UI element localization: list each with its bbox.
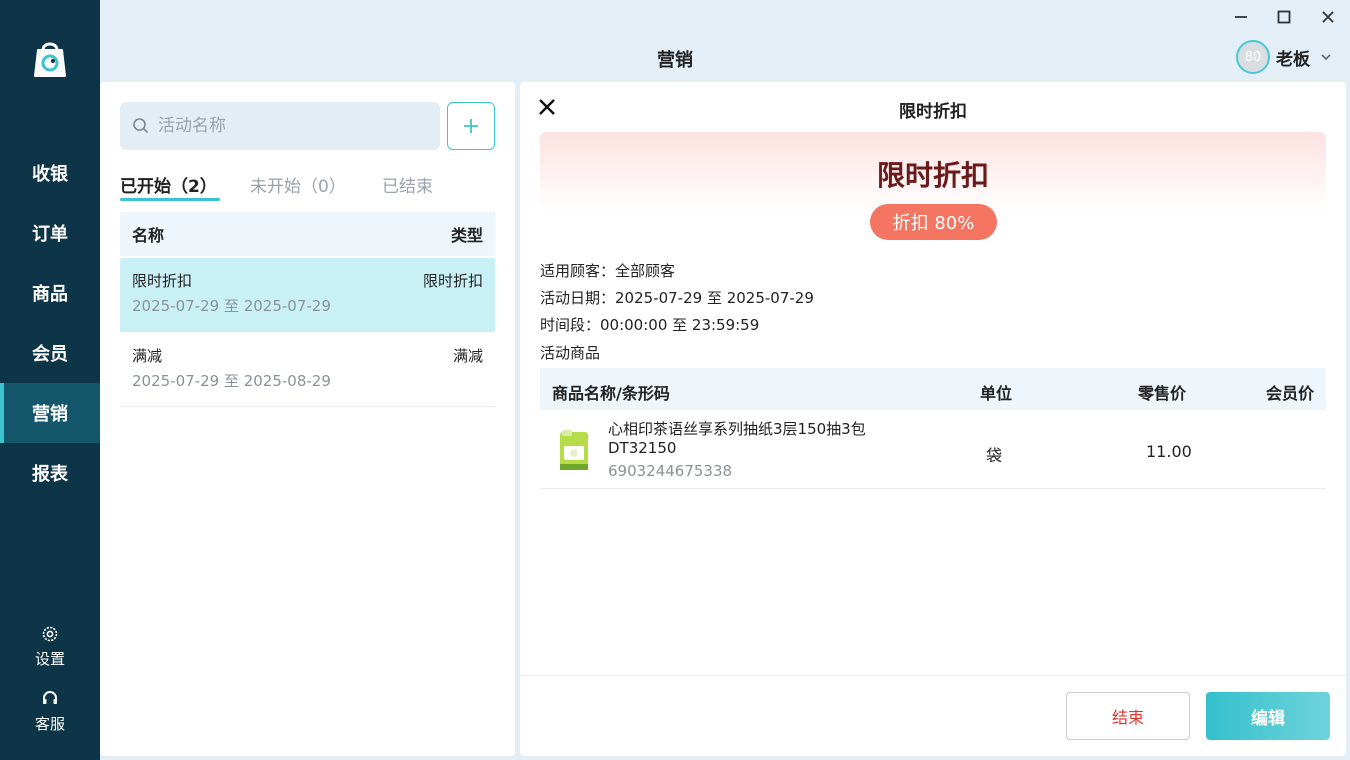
page-title: 营销 xyxy=(657,50,693,71)
avatar: 80 xyxy=(1236,40,1270,74)
search-icon xyxy=(133,118,149,134)
detail-title: 限时折扣 xyxy=(899,102,967,122)
tab-started-label: 已开始（2） xyxy=(120,177,217,197)
search-box[interactable] xyxy=(120,102,440,150)
footer-divider xyxy=(520,675,1346,676)
promotion-detail-panel: 限时折扣 限时折扣 折扣 80% 适用顾客：全部顾客 活动日期：2025-07-… xyxy=(520,82,1346,756)
product-name-line1: 心相印茶语丝享系列抽纸3层150抽3包 xyxy=(608,420,866,438)
goods-table-header: 商品名称/条形码 单位 零售价 会员价 xyxy=(540,368,1326,410)
product-name: 心相印茶语丝享系列抽纸3层150抽3包 DT32150 xyxy=(608,420,866,458)
product-image xyxy=(556,428,592,472)
settings-label: 设置 xyxy=(34,650,65,668)
promotion-name: 满减 xyxy=(132,347,163,365)
col-retail: 零售价 xyxy=(1138,384,1187,403)
promotion-type: 满减 xyxy=(452,347,483,365)
promotion-list-panel: 已开始（2） 未开始（0） 已结束 名称 类型 限时折扣 限时折扣 2025-0… xyxy=(100,82,515,756)
promo-title: 限时折扣 xyxy=(876,159,989,192)
product-barcode: 6903244675338 xyxy=(608,462,733,480)
applicable-customers: 适用顾客：全部顾客 xyxy=(540,262,676,280)
close-window-icon[interactable] xyxy=(1317,6,1339,28)
header-name: 名称 xyxy=(132,226,165,245)
goods-label: 活动商品 xyxy=(540,344,601,362)
promotion-dates: 2025-07-29 至 2025-07-29 xyxy=(132,297,331,315)
product-code: DT32150 xyxy=(608,439,677,457)
add-promotion-button[interactable] xyxy=(447,102,495,150)
list-item[interactable]: 限时折扣 限时折扣 2025-07-29 至 2025-07-29 xyxy=(120,258,495,332)
col-unit: 单位 xyxy=(980,384,1013,403)
col-name: 商品名称/条形码 xyxy=(552,384,670,403)
nav-support[interactable]: 客服 xyxy=(0,689,100,734)
nav-products[interactable]: 商品 xyxy=(0,263,100,323)
app-logo-icon xyxy=(28,36,72,80)
user-name: 老板 xyxy=(1276,49,1310,70)
table-row[interactable]: 心相印茶语丝享系列抽纸3层150抽3包 DT32150 690324467533… xyxy=(540,412,1326,489)
nav-settings[interactable]: 设置 xyxy=(0,624,100,669)
discount-badge: 折扣 80% xyxy=(870,204,997,240)
tab-started[interactable]: 已开始（2） xyxy=(120,172,220,201)
maximize-icon[interactable] xyxy=(1273,6,1295,28)
nav-marketing[interactable]: 营销 xyxy=(0,383,100,443)
promotion-name: 限时折扣 xyxy=(132,272,193,290)
headset-icon xyxy=(43,691,57,704)
product-retail-price: 11.00 xyxy=(1146,442,1192,461)
time-range: 时间段：00:00:00 至 23:59:59 xyxy=(540,316,760,334)
header-type: 类型 xyxy=(450,226,483,245)
chevron-down-icon xyxy=(1321,54,1331,61)
gear-icon xyxy=(42,626,58,642)
tab-underline xyxy=(120,198,220,201)
support-label: 客服 xyxy=(34,715,65,733)
nav-orders[interactable]: 订单 xyxy=(0,203,100,263)
list-header: 名称 类型 xyxy=(120,212,495,256)
plus-icon xyxy=(464,119,478,133)
product-unit: 袋 xyxy=(986,446,1003,465)
edit-button[interactable]: 编辑 xyxy=(1206,692,1330,740)
tab-ended[interactable]: 已结束 xyxy=(382,172,433,197)
activity-dates: 活动日期：2025-07-29 至 2025-07-29 xyxy=(540,289,814,307)
promotion-type: 限时折扣 xyxy=(422,272,483,290)
sidebar: 收银 订单 商品 会员 营销 报表 设置 客服 xyxy=(0,0,100,760)
tab-not-started[interactable]: 未开始（0） xyxy=(250,172,346,197)
col-member: 会员价 xyxy=(1266,384,1315,403)
nav-reports[interactable]: 报表 xyxy=(0,443,100,503)
promotion-dates: 2025-07-29 至 2025-08-29 xyxy=(132,372,331,390)
user-menu[interactable]: 80 老板 xyxy=(1236,40,1332,74)
nav-members[interactable]: 会员 xyxy=(0,323,100,383)
minimize-icon[interactable] xyxy=(1230,6,1252,28)
list-item[interactable]: 满减 满减 2025-07-29 至 2025-08-29 xyxy=(120,333,495,407)
search-input[interactable] xyxy=(158,116,428,136)
nav-cashier[interactable]: 收银 xyxy=(0,143,100,203)
end-button[interactable]: 结束 xyxy=(1066,692,1190,740)
